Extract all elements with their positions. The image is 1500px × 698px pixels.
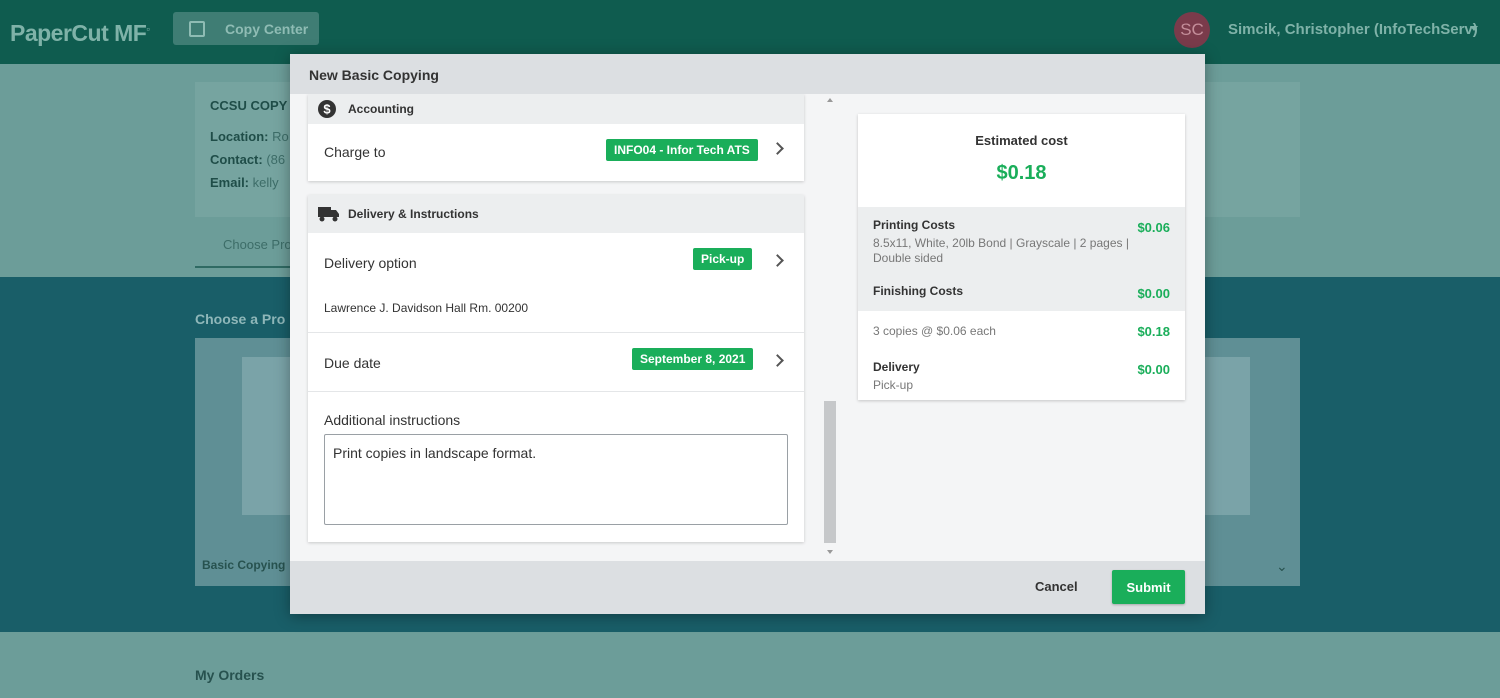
- printing-costs-description: 8.5x11, White, 20lb Bond | Grayscale | 2…: [873, 236, 1129, 265]
- chevron-right-icon[interactable]: [771, 142, 784, 155]
- scroll-down-arrow-icon[interactable]: [827, 550, 833, 554]
- my-orders-title: My Orders: [195, 667, 265, 683]
- email-label: Email:: [210, 175, 250, 190]
- contact-label: Contact:: [210, 152, 263, 167]
- due-date-row[interactable]: Due date September 8, 2021: [308, 333, 804, 392]
- background-section-title: Choose a Pro: [195, 311, 286, 327]
- chevron-right-icon[interactable]: [771, 354, 784, 367]
- dialog-footer: Cancel Submit: [290, 561, 1205, 614]
- estimated-cost-total: $0.18: [996, 162, 1047, 184]
- charge-to-label: Charge to: [324, 144, 386, 160]
- copy-center-icon: [189, 21, 205, 37]
- dialog-title: New Basic Copying: [309, 67, 439, 83]
- copies-breakdown: 3 copies @ $0.06 each: [873, 324, 996, 338]
- product-thumbnail: [242, 357, 292, 515]
- additional-instructions-row: Additional instructions Print copies in …: [308, 392, 804, 542]
- order-form-pane: $ Accounting Charge to INFO04 - Infor Te…: [290, 94, 838, 561]
- caret-down-icon[interactable]: [1470, 26, 1478, 31]
- new-basic-copying-dialog: New Basic Copying $ Accounting Charge to…: [290, 54, 1205, 614]
- background-product-label: Basic Copying: [202, 558, 286, 572]
- additional-instructions-input[interactable]: Print copies in landscape format.: [324, 434, 788, 525]
- estimated-cost-title: Estimated cost: [975, 133, 1068, 148]
- email-value: kelly: [252, 175, 279, 190]
- estimated-cost-card: Estimated cost $0.18 Printing Costs $0.0…: [858, 114, 1185, 400]
- charge-to-row[interactable]: Charge to INFO04 - Infor Tech ATS: [308, 124, 804, 181]
- background-location: Location: Ro: [210, 129, 289, 144]
- finishing-costs-label: Finishing Costs: [873, 284, 963, 298]
- delivery-address: Lawrence J. Davidson Hall Rm. 00200: [324, 301, 529, 315]
- due-date-label: Due date: [324, 355, 381, 371]
- logo-text: PaperCut MF: [10, 20, 147, 46]
- contact-value: (86: [266, 152, 286, 167]
- delivery-option-row[interactable]: Delivery option Pick-up Lawrence J. Davi…: [308, 233, 804, 333]
- delivery-option-label: Delivery option: [324, 255, 417, 271]
- copy-center-label: Copy Center: [225, 21, 309, 37]
- charge-to-badge: INFO04 - Infor Tech ATS: [606, 139, 758, 161]
- delivery-cost-value: $0.00: [1137, 362, 1170, 377]
- copies-subtotal: $0.18: [1137, 324, 1170, 339]
- due-date-badge: September 8, 2021: [632, 348, 754, 370]
- delivery-heading-label: Delivery & Instructions: [348, 207, 479, 221]
- dialog-header: New Basic Copying: [290, 54, 1205, 94]
- background-card-title: CCSU COPY C: [210, 98, 301, 113]
- printing-costs-label: Printing Costs: [873, 218, 956, 232]
- delivery-cost-label: Delivery: [873, 360, 920, 374]
- form-scrollbar[interactable]: [823, 94, 837, 561]
- chevron-right-icon[interactable]: [771, 254, 784, 267]
- product-thumbnail-secondary: [1205, 357, 1250, 515]
- chevron-down-icon[interactable]: ⌄: [1276, 558, 1288, 575]
- scroll-up-arrow-icon[interactable]: [827, 98, 833, 102]
- location-value: Ro: [272, 129, 289, 144]
- printing-costs-value: $0.06: [1137, 220, 1170, 235]
- copy-center-button[interactable]: Copy Center: [173, 12, 319, 45]
- background-orders-area: [0, 632, 1500, 698]
- cancel-button[interactable]: Cancel: [1035, 579, 1078, 594]
- printing-finishing-block: Printing Costs $0.06 8.5x11, White, 20lb…: [858, 207, 1185, 311]
- background-contact: Contact: (86: [210, 152, 285, 167]
- scrollbar-thumb[interactable]: [824, 401, 836, 543]
- accounting-heading: $ Accounting: [308, 94, 804, 124]
- delivery-section: Delivery & Instructions Delivery option …: [308, 195, 804, 542]
- submit-button[interactable]: Submit: [1112, 570, 1185, 604]
- location-label: Location:: [210, 129, 269, 144]
- additional-instructions-label: Additional instructions: [324, 412, 461, 428]
- avatar[interactable]: SC: [1174, 12, 1210, 48]
- svg-text:$: $: [323, 102, 331, 117]
- accounting-section: $ Accounting Charge to INFO04 - Infor Te…: [308, 94, 804, 181]
- accounting-heading-label: Accounting: [348, 102, 414, 116]
- delivery-option-badge: Pick-up: [693, 248, 753, 270]
- dollar-circle-icon: $: [318, 100, 336, 118]
- tab-choose-product[interactable]: Choose Pro: [195, 237, 295, 268]
- finishing-costs-value: $0.00: [1137, 286, 1170, 301]
- delivery-cost-description: Pick-up: [873, 378, 914, 392]
- background-email: Email: kelly: [210, 175, 279, 190]
- papercut-logo: PaperCut MF▫: [10, 20, 150, 46]
- truck-icon: [318, 207, 339, 222]
- delivery-heading: Delivery & Instructions: [308, 195, 804, 233]
- user-menu-name[interactable]: Simcik, Christopher (InfoTechServ): [1228, 21, 1478, 38]
